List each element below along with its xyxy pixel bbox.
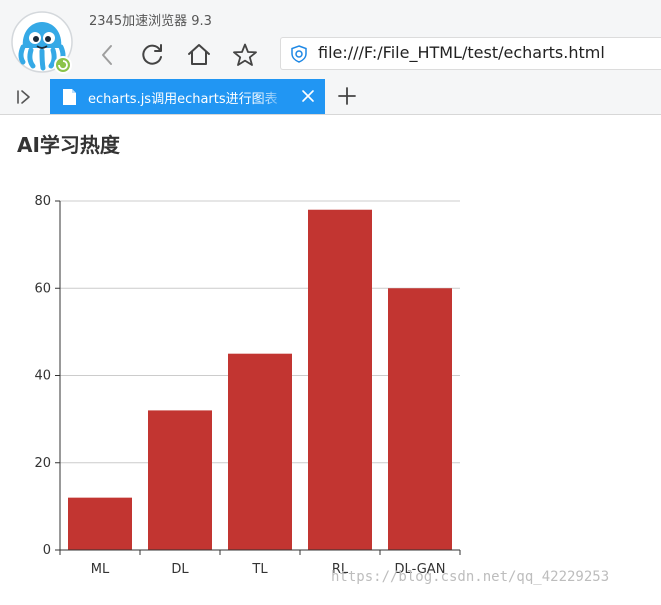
file-icon	[63, 89, 76, 105]
tab-strip: echarts.js调用echarts进行图表	[0, 78, 661, 115]
bar-ml	[68, 497, 132, 550]
refresh-button[interactable]	[135, 38, 169, 72]
bar-chart: 020406080ML DL TL RL DL-GAN	[34, 194, 461, 577]
close-icon[interactable]	[301, 89, 315, 103]
back-button[interactable]	[90, 38, 124, 72]
bar-rl	[308, 209, 372, 550]
shield-icon[interactable]	[290, 45, 308, 63]
bar-tl	[228, 353, 292, 550]
tab-echarts[interactable]: echarts.js调用echarts进行图表	[50, 79, 325, 114]
bookmark-button[interactable]	[228, 38, 262, 72]
y-tick-label: 60	[34, 281, 51, 296]
plus-icon[interactable]	[336, 85, 358, 107]
home-button[interactable]	[182, 38, 216, 72]
sidebar-toggle-icon	[17, 90, 30, 104]
app-title: 2345加速浏览器 9.3	[89, 14, 212, 29]
address-url[interactable]: file:///F:/File_HTML/test/echarts.html	[318, 43, 605, 62]
address-bar[interactable]: file:///F:/File_HTML/test/echarts.html	[280, 37, 661, 70]
tab-title: echarts.js调用echarts进行图表	[88, 92, 278, 107]
page-content: AI学习热度 0 20 40 60 80 ML DL TL RL DL-GAN https://b…	[0, 115, 661, 605]
browser-window: 2345加速浏览器 9.3 file:///F:/File_HTML/test/…	[0, 0, 661, 605]
sidebar-toggle-button[interactable]	[12, 85, 36, 109]
y-tick-label: 80	[34, 194, 51, 209]
x-tick-label: ML	[91, 562, 110, 577]
bar-dl-gan	[388, 288, 452, 550]
y-tick-label: 0	[43, 543, 51, 558]
bar-dl	[148, 410, 212, 550]
star-icon	[233, 43, 257, 66]
browser-toolbar: 2345加速浏览器 9.3 file:///F:/File_HTML/test/…	[0, 0, 661, 78]
x-tick-label: DL	[171, 562, 189, 577]
back-arrow-icon	[102, 45, 112, 65]
home-icon	[188, 44, 210, 65]
x-tick-label: TL	[251, 562, 268, 577]
y-tick-label: 20	[34, 456, 51, 471]
refresh-icon	[142, 44, 162, 65]
octopus-logo-icon[interactable]	[9, 10, 75, 76]
y-tick-label: 40	[34, 369, 51, 384]
watermark-text: https://blog.csdn.net/qq_42229253	[331, 569, 610, 585]
